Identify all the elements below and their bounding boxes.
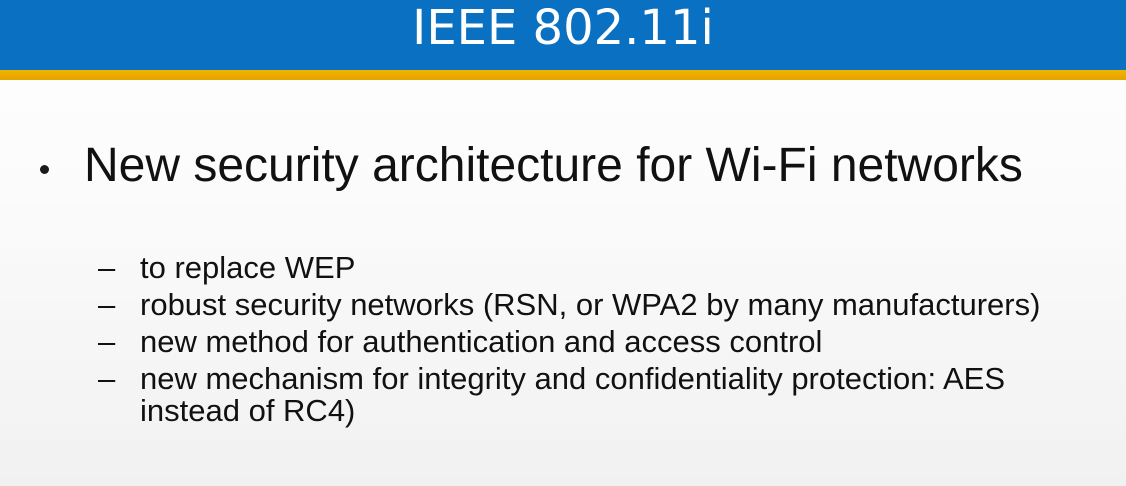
sub-bullet-list: – to replace WEP – robust security netwo… <box>98 252 1098 432</box>
sub-bullet-text: to replace WEP <box>140 250 356 285</box>
dash-bullet-icon: – <box>98 324 116 359</box>
sub-bullet-text: robust security networks (RSN, or WPA2 b… <box>140 287 1041 322</box>
dash-bullet-icon: – <box>98 361 116 396</box>
sub-bullet-item: – new method for authentication and acce… <box>98 326 1098 358</box>
dash-bullet-icon: – <box>98 250 116 285</box>
slide: IEEE 802.11i New security architecture f… <box>0 0 1126 486</box>
sub-bullet-item: – robust security networks (RSN, or WPA2… <box>98 289 1098 321</box>
sub-bullet-text: new mechanism for integrity and confiden… <box>140 361 1006 428</box>
bullet-dot-icon <box>40 165 49 174</box>
sub-bullet-text: new method for authentication and access… <box>140 324 823 359</box>
title-accent-line <box>0 70 1126 80</box>
sub-bullet-item: – to replace WEP <box>98 252 1098 284</box>
main-bullet-text: New security architecture for Wi-Fi netw… <box>84 139 1023 192</box>
title-bar: IEEE 802.11i <box>0 0 1126 70</box>
slide-title: IEEE 802.11i <box>412 0 714 56</box>
dash-bullet-icon: – <box>98 287 116 322</box>
sub-bullet-item: – new mechanism for integrity and confid… <box>98 363 1098 427</box>
